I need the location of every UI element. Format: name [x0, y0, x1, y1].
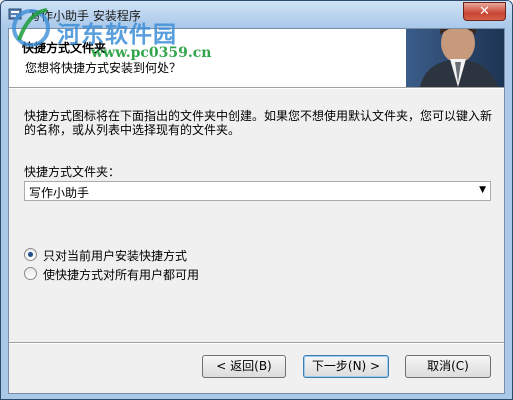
radio-label[interactable]: 只对当前用户安装快捷方式	[43, 247, 187, 264]
installer-icon	[8, 8, 22, 20]
radio-button-all-users[interactable]	[24, 267, 37, 280]
cancel-button[interactable]: 取消(C)	[405, 355, 491, 378]
radio-button-current-user[interactable]	[24, 248, 37, 261]
title-bar[interactable]: 写作小助手 安装程序 ✕	[1, 1, 512, 28]
chevron-down-icon[interactable]: ▼	[479, 185, 486, 195]
businessman-photo	[406, 29, 504, 87]
folder-value: 写作小助手	[29, 186, 90, 200]
wizard-client-area: 快捷方式文件夹 您想将快捷方式安装到何处？ 快捷方式图标将在下面指出的文件夹中创…	[8, 28, 505, 394]
back-button[interactable]: < 返回(B)	[202, 355, 286, 378]
page-title: 快捷方式文件夹	[22, 41, 107, 55]
header-separator	[9, 87, 504, 89]
wizard-header: 快捷方式文件夹 您想将快捷方式安装到何处？	[9, 29, 504, 87]
installer-window: 写作小助手 安装程序 ✕ 快捷方式文件夹 您想将快捷方式安装到何处？ 快捷方式图…	[0, 0, 513, 400]
close-icon: ✕	[479, 4, 490, 19]
page-subtitle: 您想将快捷方式安装到何处？	[25, 61, 182, 75]
header-banner-image	[406, 29, 504, 87]
close-button[interactable]: ✕	[463, 2, 506, 21]
footer-separator	[9, 342, 504, 344]
description-text: 快捷方式图标将在下面指出的文件夹中创建。如果您不想使用默认文件夹，您可以键入新的…	[24, 109, 493, 137]
next-button[interactable]: 下一步(N) >	[303, 355, 389, 378]
folder-label: 快捷方式文件夹：	[24, 165, 121, 179]
folder-combobox[interactable]: 写作小助手 ▼	[24, 181, 491, 201]
window-title: 写作小助手 安装程序	[29, 9, 141, 23]
radio-label[interactable]: 使快捷方式对所有用户都可用	[43, 266, 199, 283]
